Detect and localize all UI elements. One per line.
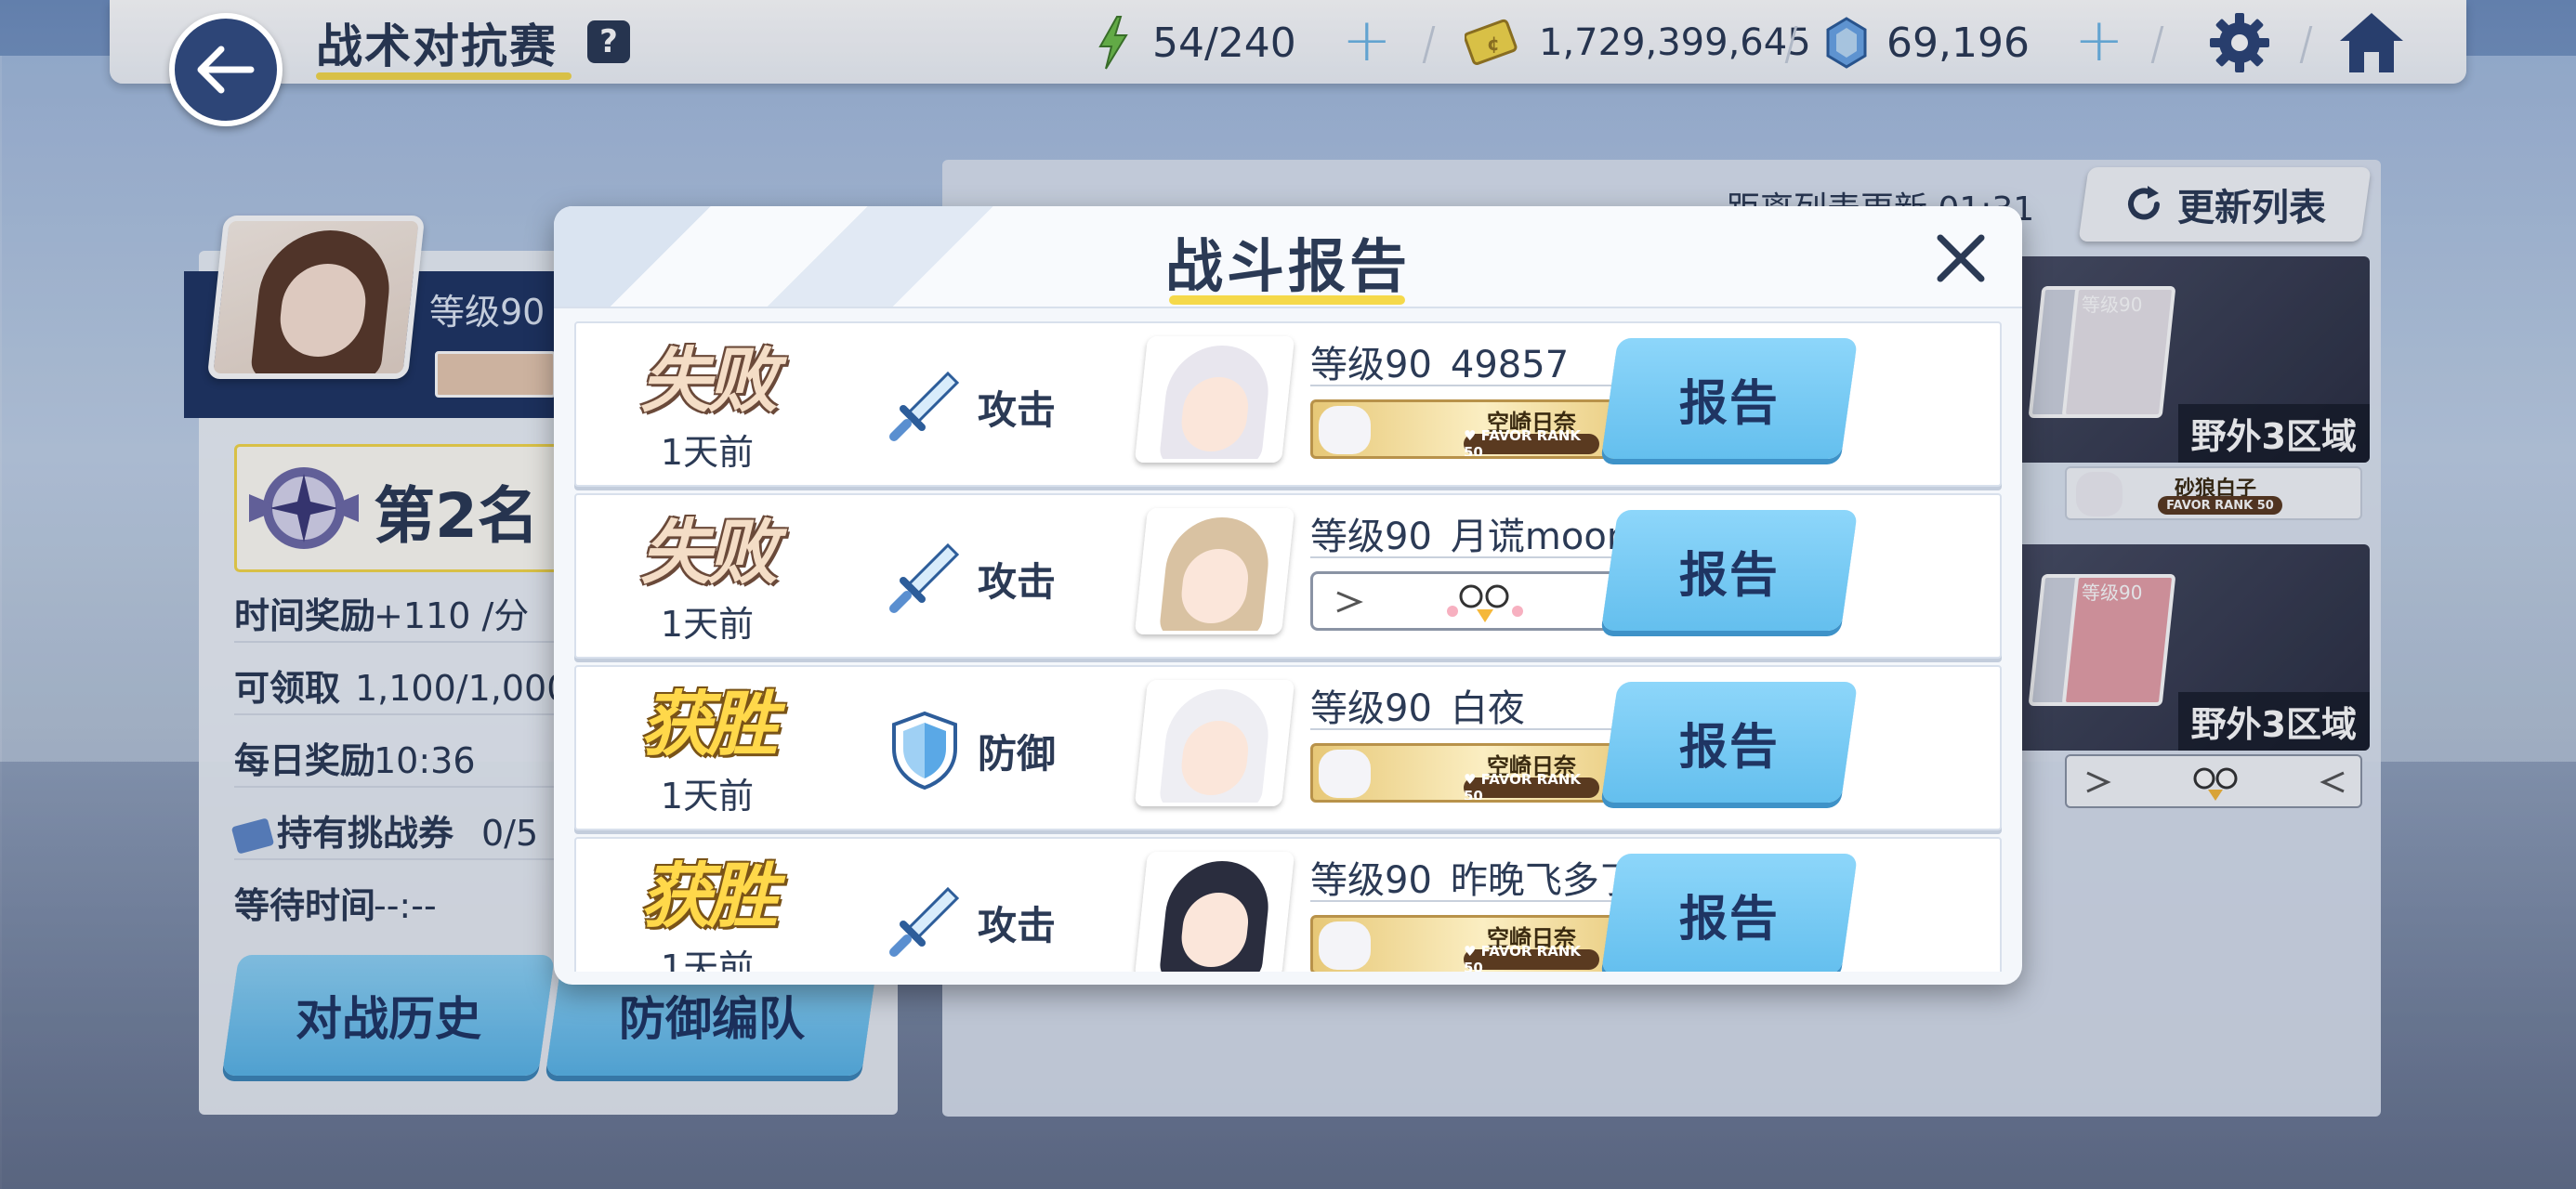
- battle-result: 获胜: [640, 683, 778, 765]
- sword-icon: [889, 886, 960, 957]
- report-button[interactable]: 报告: [1600, 682, 1859, 803]
- battle-type: 攻击: [978, 903, 1057, 948]
- sword-icon: [889, 371, 960, 441]
- opponent-avatar[interactable]: [1134, 680, 1295, 806]
- opponent-level-name: 等级90 白夜: [1310, 687, 1525, 730]
- battle-report-dialog: 战斗报告 失败 1天前 攻击 等级90 49857 空崎日奈 ♥ FAVOR RAN…: [554, 206, 2022, 985]
- report-row: 失败 1天前 攻击 等级90 49857 空崎日奈 ♥ FAVOR RANK 50 …: [574, 321, 2002, 487]
- report-row: 获胜 1天前 防御 等级90 白夜 空崎日奈 ♥ FAVOR RANK 50 报告: [574, 665, 2002, 830]
- report-row: 获胜 1天前 攻击 等级90 昨晚飞多了 空崎日奈 ♥ FAVOR RANK 50 …: [574, 837, 2002, 972]
- opponent-level-name: 等级90 49857: [1310, 344, 1570, 386]
- report-button[interactable]: 报告: [1600, 338, 1859, 459]
- report-button[interactable]: 报告: [1600, 510, 1859, 631]
- back-button[interactable]: [169, 13, 283, 126]
- battle-time: 1天前: [660, 432, 755, 473]
- battle-time: 1天前: [660, 947, 755, 972]
- opponent-level-name: 等级90 昨晚飞多了: [1310, 859, 1636, 902]
- report-row: 失败 1天前 攻击 等级90 月谎moonlies 报告: [574, 493, 2002, 659]
- dialog-title: 战斗报告: [1164, 232, 1411, 300]
- arrow-left-icon: [197, 46, 255, 94]
- battle-time: 1天前: [660, 776, 755, 817]
- close-icon[interactable]: [1927, 225, 1994, 292]
- battle-type: 攻击: [978, 559, 1057, 605]
- battle-result: 失败: [640, 339, 778, 422]
- battle-type: 防御: [978, 731, 1057, 777]
- report-button[interactable]: 报告: [1600, 854, 1859, 972]
- shield-icon: [892, 711, 957, 790]
- report-list[interactable]: 失败 1天前 攻击 等级90 49857 空崎日奈 ♥ FAVOR RANK 50 …: [574, 321, 2002, 972]
- battle-result: 获胜: [640, 855, 778, 937]
- opponent-avatar[interactable]: [1134, 852, 1295, 972]
- battle-result: 失败: [640, 511, 778, 594]
- opponent-avatar[interactable]: [1134, 336, 1295, 463]
- opponent-avatar[interactable]: [1134, 508, 1295, 634]
- battle-type: 攻击: [978, 387, 1057, 433]
- sword-icon: [889, 542, 960, 613]
- title-underline: [1169, 295, 1405, 305]
- battle-time: 1天前: [660, 604, 755, 645]
